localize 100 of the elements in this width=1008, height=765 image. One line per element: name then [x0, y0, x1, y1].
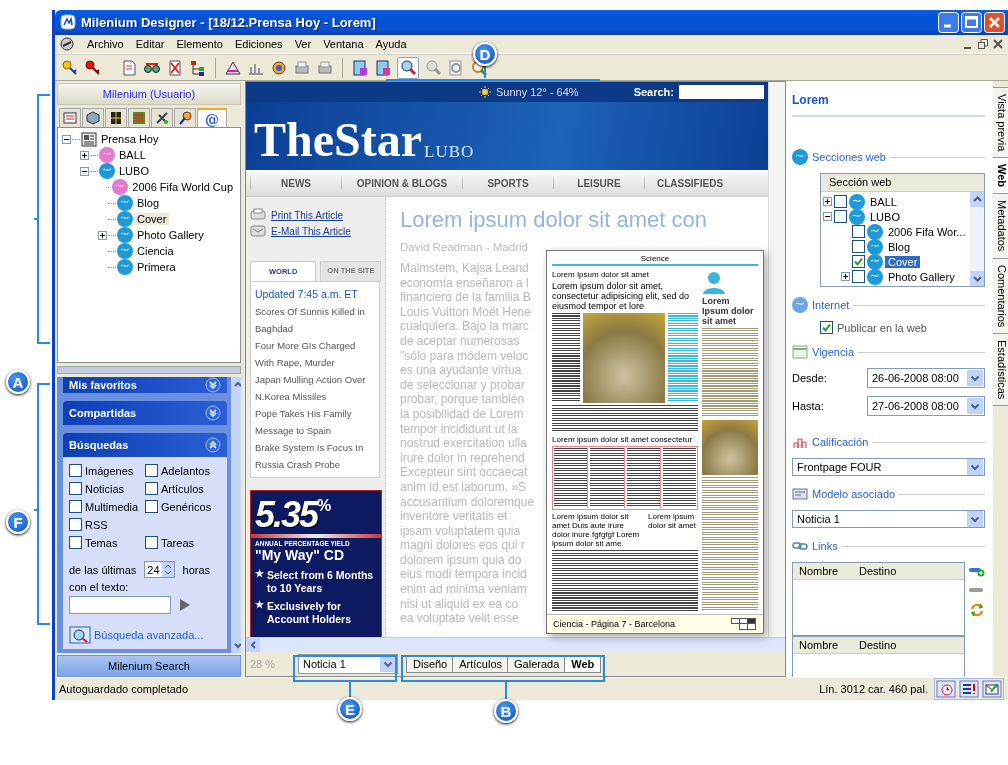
nav-link[interactable]: CLASSIFIEDS: [644, 177, 735, 189]
scrollbar[interactable]: [768, 82, 785, 637]
side-tab[interactable]: Metadatos: [993, 193, 1008, 259]
scroll-down-icon[interactable]: [970, 271, 984, 286]
scroll-up-icon[interactable]: [231, 377, 241, 391]
checkbox[interactable]: [69, 482, 82, 495]
checkbox[interactable]: [852, 240, 865, 253]
page-icon[interactable]: [351, 58, 369, 77]
headline-link[interactable]: Four More GIs Charged With Rape, Murder: [255, 337, 375, 371]
group-header[interactable]: Búsquedas: [63, 433, 227, 457]
pane-tab[interactable]: [174, 108, 196, 127]
section-item[interactable]: Photo Gallery: [885, 270, 958, 283]
pane-tab[interactable]: [151, 108, 173, 127]
expand-icon[interactable]: [823, 197, 832, 206]
article-link[interactable]: Print This Article: [271, 209, 344, 221]
close-button[interactable]: [984, 11, 1005, 33]
tree-item[interactable]: Primera: [134, 261, 179, 273]
checkbox[interactable]: [834, 210, 847, 223]
expand-chevron-icon[interactable]: [205, 405, 221, 421]
menu-item[interactable]: Archivo: [87, 38, 124, 50]
mail-icon[interactable]: [982, 680, 1002, 698]
checkbox[interactable]: [820, 321, 833, 334]
menu-item[interactable]: Ayuda: [375, 38, 407, 50]
nav-link[interactable]: SPORTS: [462, 177, 553, 189]
key-icon[interactable]: [61, 58, 79, 77]
scrollbar[interactable]: [231, 377, 241, 653]
nav-link[interactable]: LEISURE: [553, 177, 644, 189]
menu-item[interactable]: Ver: [294, 38, 312, 50]
date-field[interactable]: 26-06-2008 08:00: [867, 368, 985, 388]
nav-link[interactable]: NEWS: [250, 177, 341, 189]
checkbox[interactable]: [145, 482, 158, 495]
nav-link[interactable]: OPINION & BLOGS: [341, 177, 462, 189]
tree-item[interactable]: BALL: [116, 149, 149, 161]
magnifier-icon[interactable]: [397, 56, 419, 79]
clock-page-icon[interactable]: [936, 680, 956, 698]
maximize-button[interactable]: [961, 11, 982, 33]
tree-item[interactable]: Blog: [134, 197, 163, 209]
checkbox[interactable]: [145, 464, 158, 477]
pane-tab[interactable]: [105, 108, 127, 127]
checkbox[interactable]: [69, 500, 82, 513]
list-alert-icon[interactable]: [959, 680, 979, 698]
checkbox[interactable]: [145, 500, 158, 513]
section-item[interactable]: 2006 Fifa Wor...: [885, 225, 969, 238]
scrollbar[interactable]: [246, 637, 785, 652]
menu-item[interactable]: Ediciones: [234, 38, 283, 50]
checkbox[interactable]: [145, 536, 158, 549]
headline-link[interactable]: Japan Mulling Action Over N.Korea Missiles: [255, 371, 375, 405]
section-item[interactable]: Blog: [885, 240, 914, 253]
checkbox[interactable]: [69, 518, 82, 531]
refresh-icon[interactable]: [969, 602, 985, 618]
splitter-handle[interactable]: [57, 366, 241, 374]
restore-icon[interactable]: [977, 38, 989, 50]
page-icon[interactable]: [166, 58, 184, 77]
side-tab[interactable]: Web: [993, 157, 1008, 195]
pane-tab[interactable]: [82, 108, 104, 127]
checkbox[interactable]: [852, 270, 865, 283]
flower-icon[interactable]: [270, 58, 288, 77]
checkbox[interactable]: [852, 225, 865, 238]
headline-link[interactable]: Scores Of Sunnis Killed in Baghdad: [255, 303, 375, 337]
headline-link[interactable]: Brake System Is Focus In Russia Crash Probe: [255, 439, 375, 473]
minimize-button[interactable]: [938, 11, 959, 33]
tree-item[interactable]: Photo Gallery: [134, 229, 207, 241]
collapse-icon[interactable]: [823, 212, 832, 221]
checkbox[interactable]: [69, 536, 82, 549]
tree-item[interactable]: Prensa Hoy: [98, 133, 162, 145]
advanced-search-link[interactable]: Búsqueda avanzada...: [94, 629, 204, 641]
side-tab[interactable]: Comentarios: [993, 257, 1008, 335]
pane-tab[interactable]: @: [197, 108, 227, 128]
checkbox[interactable]: [834, 195, 847, 208]
page-icon[interactable]: [120, 58, 138, 77]
hierarchy-icon[interactable]: [189, 58, 207, 77]
site-search-field[interactable]: [679, 85, 764, 99]
collapse-icon[interactable]: [80, 166, 89, 176]
scroll-down-icon[interactable]: [231, 639, 241, 653]
group-header[interactable]: Mis favoritos: [63, 377, 227, 393]
tree-item[interactable]: Cover: [134, 213, 170, 225]
menu-item[interactable]: Editar: [135, 38, 165, 50]
page-icon[interactable]: [374, 58, 392, 77]
rating-select[interactable]: Frontpage FOUR: [792, 458, 985, 476]
hours-spinner[interactable]: 24: [144, 561, 175, 578]
close-icon[interactable]: [992, 38, 1004, 50]
tree-item[interactable]: LUBO: [116, 165, 152, 177]
tree-item[interactable]: 2006 Fifa World Cup: [129, 181, 236, 193]
expand-chevron-icon[interactable]: [205, 377, 221, 393]
menu-item[interactable]: Ventana: [323, 38, 364, 50]
section-item[interactable]: BALL: [867, 195, 900, 208]
go-arrow-icon[interactable]: [179, 598, 191, 612]
collapse-chevron-icon[interactable]: [205, 437, 221, 453]
scrollbar[interactable]: [970, 192, 984, 286]
section-item[interactable]: Cover: [885, 255, 921, 268]
menu-item[interactable]: Elemento: [176, 38, 223, 50]
expand-icon[interactable]: [80, 150, 89, 160]
side-tab[interactable]: Vista previa: [993, 87, 1008, 159]
checkbox[interactable]: [69, 464, 82, 477]
search-text-field[interactable]: [69, 596, 171, 614]
headline-link[interactable]: Pope Takes His Family Message to Spain: [255, 405, 375, 439]
scroll-up-icon[interactable]: [970, 192, 984, 207]
side-tab[interactable]: Estadísticas: [993, 333, 1008, 407]
section-item[interactable]: LUBO: [867, 210, 903, 223]
article-link[interactable]: E-Mail This Article: [271, 225, 351, 237]
